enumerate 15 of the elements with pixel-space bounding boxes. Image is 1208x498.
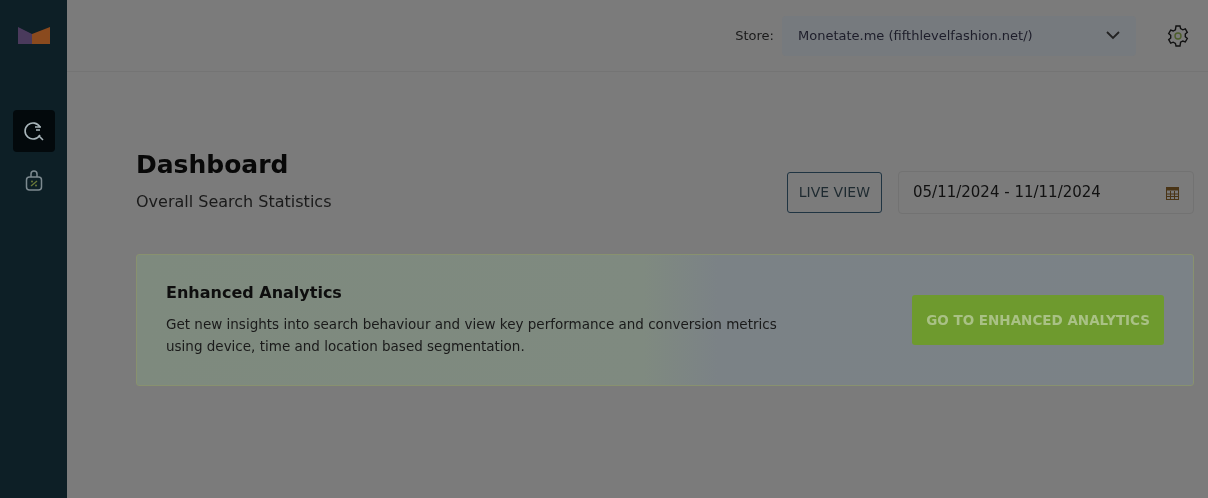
page-subtitle: Overall Search Statistics [136, 191, 332, 213]
calendar-icon [1166, 185, 1179, 200]
sidebar-nav-button[interactable] [12, 110, 55, 152]
store-label: Store: [735, 26, 774, 45]
shopping-bag-icon [24, 170, 43, 192]
live-view-button[interactable]: LIVE VIEW [786, 172, 882, 213]
date-range-field[interactable]: 05/11/2024 - 11/11/2024 [898, 171, 1194, 214]
store-dropdown[interactable]: Monetate.me (fifthlevelfashion.net/) [782, 15, 1136, 56]
chevron-icon [1106, 31, 1120, 40]
banner-title: Enhanced Analytics [166, 283, 343, 303]
settings-icon[interactable] [1166, 23, 1190, 48]
logo-icon [17, 26, 50, 44]
banner-text: Get new insights into search behaviour and view key performance and conversion metrics using device, time and location based segmentation. [166, 315, 778, 356]
search-icon [22, 120, 45, 142]
page-title: Dashboard [136, 150, 290, 180]
